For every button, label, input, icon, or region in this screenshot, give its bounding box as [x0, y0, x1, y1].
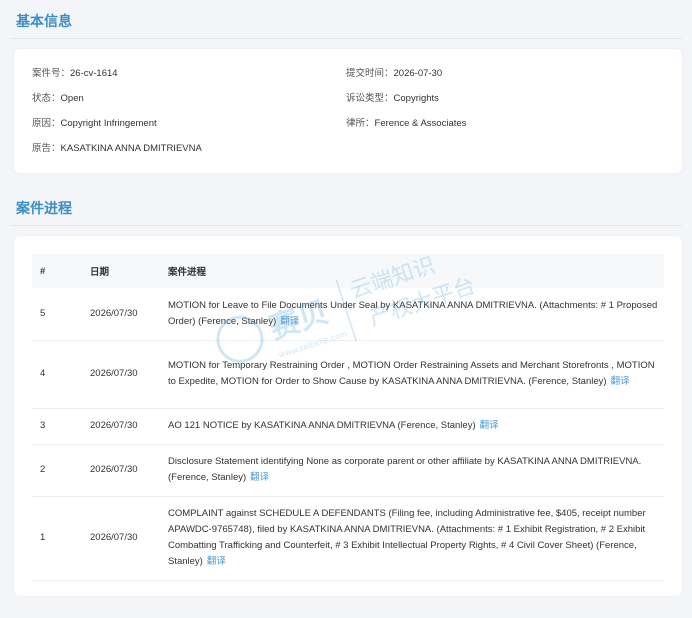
- row-number: 4: [32, 340, 82, 409]
- row-progress: AO 121 NOTICE by KASATKINA ANNA DMITRIEV…: [160, 408, 664, 445]
- row-text: COMPLAINT against SCHEDULE A DEFENDANTS …: [168, 508, 646, 567]
- law-firm-field: 律所：Ference & Associates: [346, 115, 646, 140]
- filing-date-value: 2026-07-30: [393, 68, 443, 79]
- cause-value: Copyright Infringement: [60, 118, 157, 129]
- case-number-label: 案件号：: [32, 68, 71, 79]
- status-value: Open: [60, 93, 84, 104]
- status-label: 状态：: [32, 93, 61, 104]
- cause-label: 原因：: [32, 118, 61, 129]
- case-number-value: 26-cv-1614: [70, 68, 118, 79]
- translate-link[interactable]: 翻译: [207, 556, 226, 567]
- info-column-left: 案件号：26-cv-1614 状态：Open 原因：Copyright Infr…: [32, 65, 346, 165]
- case-progress-section: 案件进程 # 日期 案件进程 5 2026/07/30 MOTION for L…: [0, 187, 692, 596]
- row-progress: COMPLAINT against SCHEDULE A DEFENDANTS …: [160, 496, 664, 581]
- row-date: 2026/07/30: [82, 496, 160, 581]
- translate-link[interactable]: 翻译: [280, 316, 299, 327]
- table-row: 5 2026/07/30 MOTION for Leave to File Do…: [32, 288, 664, 341]
- row-number: 3: [32, 408, 82, 445]
- translate-link[interactable]: 翻译: [611, 376, 630, 387]
- basic-info-section: 基本信息 案件号：26-cv-1614 状态：Open 原因：Copyright…: [0, 0, 692, 173]
- basic-info-divider: [10, 38, 682, 39]
- filing-date-field: 提交时间：2026-07-30: [346, 65, 646, 90]
- info-column-right: 提交时间：2026-07-30 诉讼类型：Copyrights 律所：Feren…: [346, 65, 646, 165]
- law-firm-value: Ference & Associates: [374, 118, 467, 129]
- case-number-field: 案件号：26-cv-1614: [32, 65, 346, 90]
- table-row: 3 2026/07/30 AO 121 NOTICE by KASATKINA …: [32, 408, 664, 445]
- header-number: #: [40, 265, 46, 277]
- row-date: 2026/07/30: [82, 340, 160, 409]
- case-progress-table: # 日期 案件进程 5 2026/07/30 MOTION for Leave …: [32, 254, 664, 581]
- status-field: 状态：Open: [32, 90, 346, 115]
- row-date: 2026/07/30: [82, 288, 160, 341]
- translate-link[interactable]: 翻译: [250, 472, 269, 483]
- row-progress: MOTION for Temporary Restraining Order ,…: [160, 340, 664, 409]
- filing-date-label: 提交时间：: [346, 68, 394, 79]
- suit-type-label: 诉讼类型：: [346, 93, 394, 104]
- header-progress: 案件进程: [168, 267, 207, 278]
- basic-info-title: 基本信息: [16, 13, 72, 29]
- table-row: 1 2026/07/30 COMPLAINT against SCHEDULE …: [32, 496, 664, 581]
- suit-type-field: 诉讼类型：Copyrights: [346, 90, 646, 115]
- row-date: 2026/07/30: [82, 444, 160, 497]
- row-progress: Disclosure Statement identifying None as…: [160, 444, 664, 497]
- row-text: MOTION for Leave to File Documents Under…: [168, 299, 658, 327]
- plaintiff-value: KASATKINA ANNA DMITRIEVNA: [60, 143, 202, 154]
- basic-info-card: 案件号：26-cv-1614 状态：Open 原因：Copyright Infr…: [14, 49, 682, 173]
- table-header-row: # 日期 案件进程: [32, 254, 664, 288]
- case-progress-card: # 日期 案件进程 5 2026/07/30 MOTION for Leave …: [14, 236, 682, 596]
- row-number: 2: [32, 444, 82, 497]
- info-grid: 案件号：26-cv-1614 状态：Open 原因：Copyright Infr…: [32, 65, 664, 165]
- cause-field: 原因：Copyright Infringement: [32, 115, 346, 140]
- translate-link[interactable]: 翻译: [480, 420, 499, 431]
- row-text: AO 121 NOTICE by KASATKINA ANNA DMITRIEV…: [168, 420, 476, 431]
- table-row: 4 2026/07/30 MOTION for Temporary Restra…: [32, 340, 664, 409]
- plaintiff-label: 原告：: [32, 143, 61, 154]
- row-number: 1: [32, 496, 82, 581]
- row-progress: MOTION for Leave to File Documents Under…: [160, 288, 664, 341]
- law-firm-label: 律所：: [346, 118, 375, 129]
- case-progress-title: 案件进程: [16, 200, 72, 216]
- plaintiff-field: 原告：KASATKINA ANNA DMITRIEVNA: [32, 140, 346, 165]
- row-date: 2026/07/30: [82, 408, 160, 445]
- row-number: 5: [32, 288, 82, 341]
- suit-type-value: Copyrights: [393, 93, 439, 104]
- table-row: 2 2026/07/30 Disclosure Statement identi…: [32, 444, 664, 497]
- header-date: 日期: [90, 267, 110, 278]
- row-text: MOTION for Temporary Restraining Order ,…: [168, 360, 655, 387]
- row-text: Disclosure Statement identifying None as…: [168, 456, 642, 483]
- case-progress-divider: [10, 225, 682, 226]
